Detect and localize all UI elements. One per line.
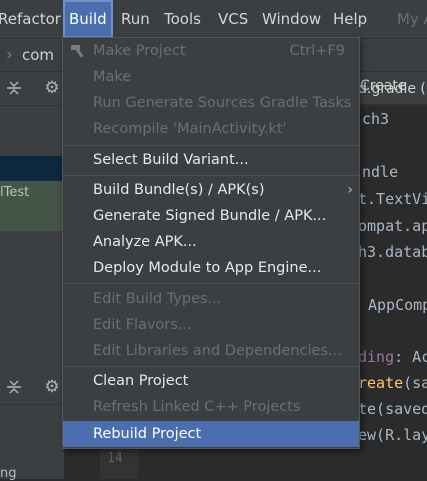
- shortcut-label: Ctrl+F9: [289, 43, 345, 59]
- project-tool-window: [0, 72, 64, 479]
- code-line: t.TextVi: [358, 190, 427, 208]
- menu-refactor[interactable]: Refactor: [0, 0, 61, 38]
- code-function: reate: [358, 374, 404, 392]
- menu-item-analyze-apk[interactable]: Analyze APK...: [63, 229, 359, 255]
- menu-item-label: Edit Libraries and Dependencies...: [93, 343, 342, 359]
- menu-item-label: Select Build Variant...: [93, 152, 249, 168]
- test-label: lTest: [0, 185, 30, 200]
- menu-item-make-project[interactable]: Make Project Ctrl+F9: [63, 38, 359, 64]
- lower-toolbar: ⚙: [0, 371, 64, 405]
- collapse-all-icon[interactable]: [4, 377, 24, 397]
- line-number: 14: [107, 451, 123, 466]
- hammer-icon: [71, 45, 84, 58]
- breadcrumb-package[interactable]: com: [22, 39, 54, 71]
- project-title: My A: [397, 10, 427, 28]
- code-type: : Ac: [394, 348, 427, 366]
- menu-item-label: Refresh Linked C++ Projects: [93, 399, 301, 415]
- menu-item-rebuild-project[interactable]: Rebuild Project: [63, 421, 359, 447]
- gradle-tab-label[interactable]: d.gradle (S: [358, 81, 427, 97]
- gear-icon[interactable]: ⚙: [42, 78, 62, 98]
- menu-item-label: Edit Flavors...: [93, 317, 192, 333]
- build-menu-dropdown: Make Project Ctrl+F9 Make Run Generate S…: [62, 37, 360, 449]
- menu-item-build-bundles-apks[interactable]: Build Bundle(s) / APK(s) ›: [63, 177, 359, 203]
- menubar: Refactor Build Run Tools VCS Window Help…: [0, 0, 427, 39]
- menu-item-make[interactable]: Make: [63, 64, 359, 90]
- menu-item-refresh-linked-cpp[interactable]: Refresh Linked C++ Projects: [63, 394, 359, 420]
- menu-item-run-generate-sources[interactable]: Run Generate Sources Gradle Tasks: [63, 90, 359, 116]
- menu-separator: [63, 145, 359, 146]
- menu-item-label: Deploy Module to App Engine...: [93, 260, 322, 276]
- menu-item-select-build-variant[interactable]: Select Build Variant...: [63, 147, 359, 173]
- menu-tools[interactable]: Tools: [164, 0, 201, 38]
- menu-separator: [63, 175, 359, 176]
- menu-item-label: Make: [93, 69, 132, 85]
- code-line: ding: Ac: [358, 348, 427, 366]
- code-line: AppComp: [368, 296, 427, 314]
- menu-vcs[interactable]: VCS: [218, 0, 248, 38]
- menu-window[interactable]: Window: [262, 0, 321, 38]
- menu-item-label: Make Project: [93, 43, 186, 59]
- gear-icon[interactable]: ⚙: [42, 377, 62, 397]
- menu-item-label: Edit Build Types...: [93, 291, 222, 307]
- menu-item-label: Clean Project: [93, 373, 189, 389]
- menu-item-recompile[interactable]: Recompile 'MainActivity.kt': [63, 116, 359, 142]
- code-line: ndle: [362, 163, 399, 181]
- code-line: reate(sa: [358, 374, 427, 392]
- test-tree-row[interactable]: lTest: [0, 181, 64, 231]
- menu-build[interactable]: Build: [63, 0, 113, 38]
- code-args: (sa: [403, 374, 427, 392]
- menu-run[interactable]: Run: [121, 0, 150, 38]
- menu-item-edit-build-types[interactable]: Edit Build Types...: [63, 286, 359, 312]
- code-line: ew(R.lay: [358, 426, 427, 444]
- code-line: ch3: [362, 110, 390, 128]
- menu-item-edit-libraries[interactable]: Edit Libraries and Dependencies...: [63, 338, 359, 364]
- menu-help[interactable]: Help: [333, 0, 367, 38]
- code-line: te(saved: [358, 400, 427, 418]
- menu-item-label: Run Generate Sources Gradle Tasks: [93, 95, 352, 111]
- menu-item-label: Analyze APK...: [93, 234, 197, 250]
- menu-item-label: Build Bundle(s) / APK(s): [93, 182, 265, 198]
- code-identifier: ding: [358, 348, 395, 366]
- chevron-right-icon: ›: [347, 182, 353, 198]
- code-line: h3.datab: [358, 243, 427, 261]
- menu-item-clean-project[interactable]: Clean Project: [63, 368, 359, 394]
- menu-separator: [63, 283, 359, 284]
- menu-item-edit-flavors[interactable]: Edit Flavors...: [63, 312, 359, 338]
- menu-separator: [63, 366, 359, 367]
- collapse-all-icon[interactable]: [4, 78, 24, 98]
- selected-tree-row[interactable]: [0, 156, 64, 181]
- project-toolbar: ⚙: [0, 72, 64, 106]
- menu-item-label: Recompile 'MainActivity.kt': [93, 121, 287, 137]
- code-line: ompat.ap: [358, 217, 427, 235]
- chevron-right-icon: ›: [6, 45, 13, 65]
- menu-item-generate-signed-bundle[interactable]: Generate Signed Bundle / APK...: [63, 203, 359, 229]
- menu-item-deploy-module[interactable]: Deploy Module to App Engine...: [63, 255, 359, 281]
- menu-item-label: Rebuild Project: [93, 426, 202, 442]
- menu-item-label: Generate Signed Bundle / APK...: [93, 208, 327, 224]
